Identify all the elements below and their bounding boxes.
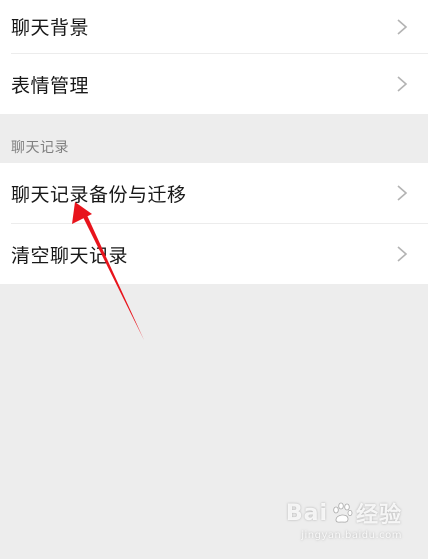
chevron-right-icon — [397, 76, 408, 92]
watermark-logo-suffix: 经验 — [355, 503, 402, 528]
clear-chat-history-label: 清空聊天记录 — [11, 244, 129, 267]
chat-background-row[interactable]: 聊天背景 — [0, 0, 428, 53]
chevron-right-icon — [397, 18, 408, 35]
chevron-right-icon — [397, 185, 408, 201]
chat-history-backup-migrate-row[interactable]: 聊天记录备份与迁移 — [0, 163, 428, 223]
chat-background-label: 聊天背景 — [11, 17, 90, 39]
general-settings-group: 聊天背景 表情管理 — [0, 0, 428, 114]
chat-history-group: 聊天记录备份与迁移 清空聊天记录 — [0, 163, 428, 284]
baidu-jingyan-watermark: Bai 经验 jingyan.baidu.com — [285, 497, 402, 542]
sticker-management-row[interactable]: 表情管理 — [0, 54, 428, 114]
clear-chat-history-row[interactable]: 清空聊天记录 — [0, 224, 428, 284]
watermark-logo-text: Bai — [285, 500, 328, 526]
sticker-management-label: 表情管理 — [11, 74, 90, 97]
paw-icon — [333, 502, 353, 523]
chevron-right-icon — [397, 246, 408, 262]
wechat-chat-settings-page: 聊天背景 表情管理 聊天记录 聊天记录备份与迁移 清空聊天记录 Bai 经验 j… — [0, 0, 428, 559]
watermark-url: jingyan.baidu.com — [301, 530, 402, 541]
chat-history-section-label: 聊天记录 — [11, 140, 69, 156]
chat-history-backup-migrate-label: 聊天记录备份与迁移 — [11, 183, 187, 206]
